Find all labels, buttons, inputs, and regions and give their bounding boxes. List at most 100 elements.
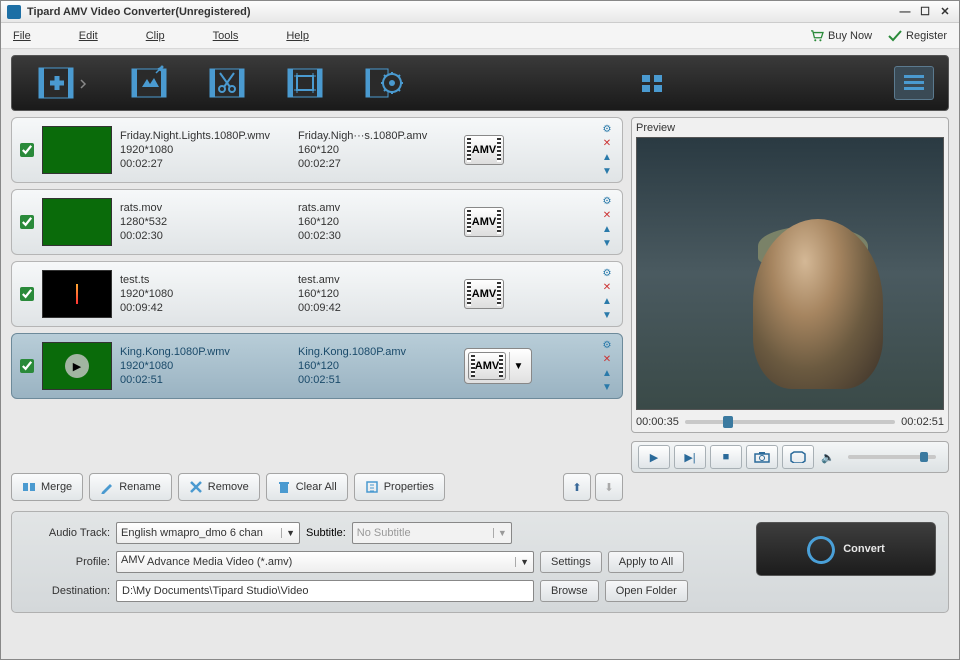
item-remove-icon[interactable]: ✕ [600,137,614,150]
output-info: rats.amv 160*120 00:02:30 [298,202,456,242]
item-settings-icon[interactable]: ⚙ [600,195,614,208]
window-title: Tipard AMV Video Converter(Unregistered) [27,6,893,18]
source-info: test.ts 1920*1080 00:09:42 [120,274,290,314]
file-item[interactable]: Friday.Night.Lights.1080P.wmv 1920*1080 … [11,117,623,183]
list-actions: Merge Rename Remove Clear All Properties… [11,473,623,501]
item-down-icon[interactable]: ▼ [600,237,614,250]
format-badge: AMV [464,135,504,165]
trim-button[interactable] [200,63,254,103]
step-button[interactable]: ▶| [674,445,706,469]
volume-slider[interactable] [848,455,936,459]
move-up-button[interactable]: ⬆ [563,473,591,501]
format-badge: AMV [464,279,504,309]
toolbar [11,55,949,111]
item-ops: ⚙ ✕ ▲ ▼ [600,123,614,178]
app-logo-icon [7,5,21,19]
preview-screen[interactable] [636,137,944,410]
trash-icon [277,480,291,494]
preview-label: Preview [636,122,944,134]
form-rows: Audio Track: English wmapro_dmo 6 chan▼ … [24,522,742,602]
file-checkbox[interactable] [20,215,34,229]
settings-button[interactable] [356,63,410,103]
apply-all-button[interactable]: Apply to All [608,551,684,573]
register-link[interactable]: Register [888,30,947,42]
app-window: Tipard AMV Video Converter(Unregistered)… [0,0,960,660]
remove-button[interactable]: Remove [178,473,260,501]
menubar: File Edit Clip Tools Help Buy Now Regist… [1,23,959,49]
chevron-down-icon: ▼ [509,352,527,380]
view-list-button[interactable] [894,66,934,100]
menu-clip[interactable]: Clip [146,30,165,42]
snapshot-button[interactable] [746,445,778,469]
browse-button[interactable]: Browse [540,580,599,602]
file-item[interactable]: rats.mov 1280*532 00:02:30 rats.amv 160*… [11,189,623,255]
menu-tools[interactable]: Tools [213,30,239,42]
format-badge: AMV [468,352,506,380]
item-settings-icon[interactable]: ⚙ [600,339,614,352]
file-checkbox[interactable] [20,287,34,301]
item-up-icon[interactable]: ▲ [600,151,614,164]
open-folder-button[interactable]: Open Folder [605,580,688,602]
maximize-button[interactable]: ☐ [917,5,933,19]
source-info: Friday.Night.Lights.1080P.wmv 1920*1080 … [120,130,290,170]
buy-now-link[interactable]: Buy Now [810,30,872,42]
time-total: 00:02:51 [901,416,944,428]
merge-icon [22,480,36,494]
time-current: 00:00:35 [636,416,679,428]
rename-button[interactable]: Rename [89,473,172,501]
file-thumbnail [42,270,112,318]
properties-button[interactable]: Properties [354,473,445,501]
item-up-icon[interactable]: ▲ [600,367,614,380]
item-remove-icon[interactable]: ✕ [600,353,614,366]
bottom-panel: Audio Track: English wmapro_dmo 6 chan▼ … [11,511,949,613]
source-info: King.Kong.1080P.wmv 1920*1080 00:02:51 [120,346,290,386]
item-settings-icon[interactable]: ⚙ [600,123,614,136]
menu-help[interactable]: Help [286,30,309,42]
destination-input[interactable]: D:\My Documents\Tipard Studio\Video [116,580,534,602]
chevron-down-icon: ▼ [515,557,529,567]
file-item[interactable]: test.ts 1920*1080 00:09:42 test.amv 160*… [11,261,623,327]
menu-edit[interactable]: Edit [79,30,98,42]
convert-button[interactable]: Convert [756,522,936,576]
format-badge: AMV [464,207,504,237]
item-down-icon[interactable]: ▼ [600,165,614,178]
stop-button[interactable]: ■ [710,445,742,469]
effect-button[interactable] [122,63,176,103]
info-icon [365,480,379,494]
audio-track-label: Audio Track: [24,527,110,539]
close-button[interactable]: ✕ [937,5,953,19]
item-down-icon[interactable]: ▼ [600,381,614,394]
item-remove-icon[interactable]: ✕ [600,281,614,294]
view-grid-button[interactable] [632,66,672,100]
seek-slider[interactable] [685,420,895,424]
menu-file[interactable]: File [13,30,31,42]
file-checkbox[interactable] [20,143,34,157]
audio-track-select[interactable]: English wmapro_dmo 6 chan▼ [116,522,300,544]
file-thumbnail: ▶ [42,342,112,390]
item-remove-icon[interactable]: ✕ [600,209,614,222]
fullscreen-button[interactable] [782,445,814,469]
file-thumbnail [42,126,112,174]
mute-button[interactable]: 🔈 [818,445,838,469]
item-up-icon[interactable]: ▲ [600,223,614,236]
move-down-button[interactable]: ⬇ [595,473,623,501]
output-info: Friday.Nigh···s.1080P.amv 160*120 00:02:… [298,130,456,170]
item-down-icon[interactable]: ▼ [600,309,614,322]
profile-select[interactable]: AMV Advance Media Video (*.amv)▼ [116,551,534,573]
preview-controls: ▶ ▶| ■ 🔈 [631,441,949,473]
settings-button[interactable]: Settings [540,551,602,573]
format-selector[interactable]: AMV ▼ [464,348,532,384]
play-button[interactable]: ▶ [638,445,670,469]
minimize-button[interactable]: — [897,5,913,19]
item-up-icon[interactable]: ▲ [600,295,614,308]
file-checkbox[interactable] [20,359,34,373]
main-row: Friday.Night.Lights.1080P.wmv 1920*1080 … [1,117,959,501]
subtitle-select[interactable]: No Subtitle▼ [352,522,512,544]
merge-button[interactable]: Merge [11,473,83,501]
item-settings-icon[interactable]: ⚙ [600,267,614,280]
camera-icon [754,451,770,463]
crop-button[interactable] [278,63,332,103]
clear-all-button[interactable]: Clear All [266,473,348,501]
add-file-button[interactable] [26,63,98,103]
file-item-selected[interactable]: ▶ King.Kong.1080P.wmv 1920*1080 00:02:51… [11,333,623,399]
